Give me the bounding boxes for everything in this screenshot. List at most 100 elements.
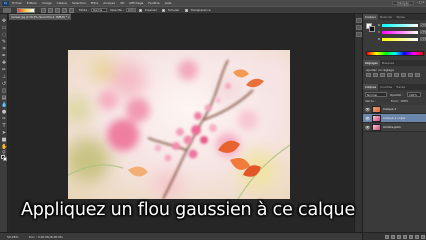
layer-opacity-input[interactable]: 100% [407, 92, 421, 97]
menu-help[interactable]: Aide [165, 1, 172, 5]
tab-channels[interactable]: Couches [378, 84, 394, 90]
zoom-level[interactable]: 50,26% [7, 235, 18, 239]
color-balance-icon[interactable] [408, 73, 413, 77]
trash-icon[interactable] [421, 234, 425, 239]
layer-row-selected[interactable]: 👁 Calque 1 copie [363, 114, 426, 123]
radial-gradient-icon[interactable] [48, 7, 53, 13]
pen-tool-icon[interactable]: ✑ [1, 116, 7, 122]
menu-select[interactable]: Sélection [72, 1, 86, 5]
document-tab-title: cerisier.jpg @ 50,3% (Sans titre-1, RVB/… [11, 16, 67, 19]
shape-tool-icon[interactable]: ■ [1, 137, 7, 143]
diamond-gradient-icon[interactable] [69, 7, 74, 13]
layer-row[interactable]: 👁 Calque 1 [363, 105, 426, 114]
workspace-switcher[interactable]: Principes essentiels [392, 1, 414, 8]
blue-value-input[interactable]: 255 [420, 37, 426, 41]
red-value-input[interactable]: 255 [420, 23, 426, 27]
menu-filter[interactable]: Filtre [91, 1, 98, 5]
tab-styles[interactable]: Styles [394, 14, 406, 20]
tool-preset-picker[interactable] [3, 7, 11, 13]
visibility-eye-icon[interactable]: 👁 [365, 107, 370, 112]
tab-swatches[interactable]: Nuancier [378, 14, 395, 20]
visibility-eye-icon[interactable]: 👁 [365, 116, 370, 121]
red-slider-track [382, 24, 418, 27]
lasso-tool-icon[interactable]: ◌ [1, 32, 7, 38]
move-tool-icon[interactable]: ✥ [1, 18, 7, 24]
type-tool-icon[interactable]: T [1, 123, 7, 129]
menu-layer[interactable]: Calque [57, 1, 67, 5]
healing-brush-tool-icon[interactable]: ✚ [1, 60, 7, 66]
exposure-icon[interactable] [387, 73, 392, 77]
new-adjustment-icon[interactable] [403, 234, 407, 239]
close-button[interactable]: × [422, 0, 425, 5]
new-group-icon[interactable] [409, 234, 413, 239]
opacity-input[interactable]: 100% [125, 8, 136, 12]
gradient-picker[interactable] [17, 7, 35, 13]
menu-image[interactable]: Image [42, 1, 51, 5]
red-slider[interactable]: R [378, 23, 418, 27]
menu-window[interactable]: Fenêtre [148, 1, 159, 5]
close-icon[interactable]: × [67, 15, 70, 20]
layer-thumbnail [372, 106, 381, 113]
tab-color[interactable]: Couleur [363, 14, 378, 20]
blue-slider-track [382, 38, 418, 41]
lock-row: Verrou : Fond : 100% [365, 99, 408, 103]
linear-gradient-icon[interactable] [41, 7, 46, 13]
background-color-swatch[interactable] [3, 157, 7, 161]
black-white-icon[interactable] [415, 73, 420, 77]
green-slider-label: V [378, 30, 381, 34]
eyedropper-tool-icon[interactable]: ✒ [1, 53, 7, 59]
quick-select-tool-icon[interactable]: ✎ [1, 39, 7, 45]
history-brush-tool-icon[interactable]: ↺ [1, 81, 7, 87]
blue-slider[interactable]: B [378, 37, 418, 41]
color-spectrum-ramp[interactable] [366, 51, 424, 56]
transparency-label: Transparence [190, 8, 211, 12]
add-mask-icon[interactable] [397, 234, 401, 239]
window-controls: – □ × [416, 0, 425, 5]
link-layers-icon[interactable] [385, 234, 389, 239]
crop-tool-icon[interactable]: ⌗ [1, 46, 7, 52]
layer-name: Calque 1 [383, 107, 397, 111]
brush-tool-icon[interactable]: ✏ [1, 67, 7, 73]
clone-stamp-tool-icon[interactable]: ⊥ [1, 74, 7, 80]
menu-edit[interactable]: Édition [27, 1, 37, 5]
visibility-eye-icon[interactable]: 👁 [365, 125, 370, 130]
gradient-tool-icon[interactable]: ▤ [1, 95, 7, 101]
menu-file[interactable]: Fichier [12, 1, 22, 5]
fill-label[interactable]: Fond : 100% [391, 99, 409, 103]
tab-adjustments[interactable]: Réglages [363, 60, 380, 66]
new-layer-icon[interactable] [415, 234, 419, 239]
levels-icon[interactable] [373, 73, 378, 77]
menu-3d[interactable]: 3D [120, 1, 124, 5]
brightness-icon[interactable] [366, 73, 371, 77]
dither-checkbox[interactable] [162, 8, 166, 12]
green-value-input[interactable]: 255 [420, 30, 426, 34]
curves-icon[interactable] [380, 73, 385, 77]
layer-style-icon[interactable] [391, 234, 395, 239]
reflected-gradient-icon[interactable] [62, 7, 67, 13]
tab-masks[interactable]: Masques [380, 60, 396, 66]
reverse-checkbox[interactable] [138, 8, 142, 12]
document-tab[interactable]: cerisier.jpg @ 50,3% (Sans titre-1, RVB/… [9, 14, 71, 20]
dodge-tool-icon[interactable]: ● [1, 109, 7, 115]
adjustments-label: Ajouter un réglage [366, 68, 394, 72]
tab-layers[interactable]: Calques [363, 84, 379, 90]
mode-select[interactable]: Normal [91, 8, 108, 12]
menu-analysis[interactable]: Analyse [103, 1, 115, 5]
eraser-tool-icon[interactable]: ◫ [1, 88, 7, 94]
document-info[interactable]: Doc : 3,00 Mo/6,00 Mo [29, 235, 63, 239]
marquee-tool-icon[interactable]: ▭ [1, 25, 7, 31]
path-select-tool-icon[interactable]: ➤ [1, 130, 7, 136]
blur-tool-icon[interactable]: 💧 [1, 102, 7, 108]
angle-gradient-icon[interactable] [55, 7, 60, 13]
panel-background-swatch[interactable] [369, 26, 375, 32]
layer-row[interactable]: 👁 Arrière-plan [363, 123, 426, 132]
layer-thumbnail [372, 124, 381, 131]
canvas-image[interactable] [68, 50, 290, 199]
transparency-checkbox[interactable] [184, 8, 188, 12]
blend-mode-select[interactable]: Normal [365, 92, 387, 97]
green-slider[interactable]: V [378, 30, 418, 34]
hue-saturation-icon[interactable] [401, 73, 406, 77]
menu-view[interactable]: Affichage [129, 1, 143, 5]
tab-paths[interactable]: Tracés [394, 84, 407, 90]
vibrance-icon[interactable] [394, 73, 399, 77]
